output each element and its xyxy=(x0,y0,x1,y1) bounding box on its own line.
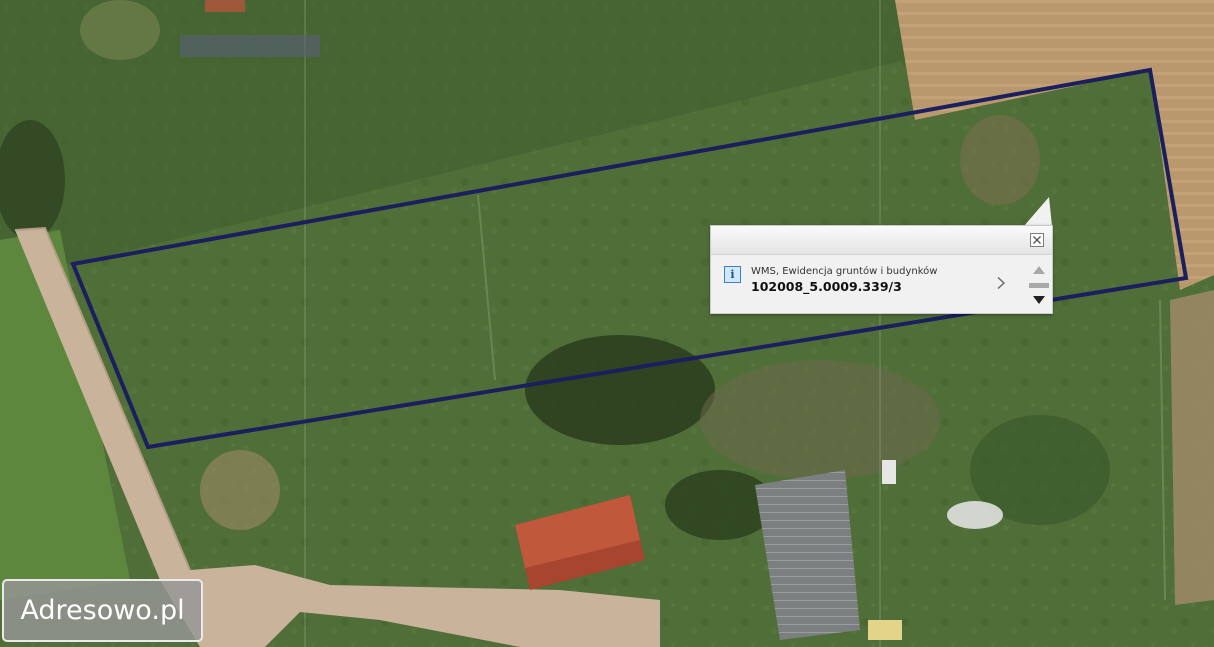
info-icon: i xyxy=(724,266,741,283)
feature-info-popup: i WMS, Ewidencja gruntów i budynków 1020… xyxy=(710,225,1053,314)
triangle-down-icon[interactable] xyxy=(1033,296,1045,304)
popup-scroll-thumb[interactable] xyxy=(1029,283,1049,288)
map-view[interactable]: i WMS, Ewidencja gruntów i budynków 1020… xyxy=(0,0,1214,647)
triangle-up-icon[interactable] xyxy=(1033,266,1045,274)
adresowo-watermark[interactable]: Adresowo.pl xyxy=(2,579,203,642)
popup-pointer xyxy=(1024,197,1052,226)
close-icon[interactable] xyxy=(1030,233,1044,247)
aerial-imagery xyxy=(0,0,1214,647)
layer-name: WMS, Ewidencja gruntów i budynków xyxy=(751,266,938,277)
chevron-right-icon[interactable] xyxy=(996,276,1006,290)
parcel-id: 102008_5.0009.339/3 xyxy=(751,279,902,294)
popup-header xyxy=(711,226,1052,255)
